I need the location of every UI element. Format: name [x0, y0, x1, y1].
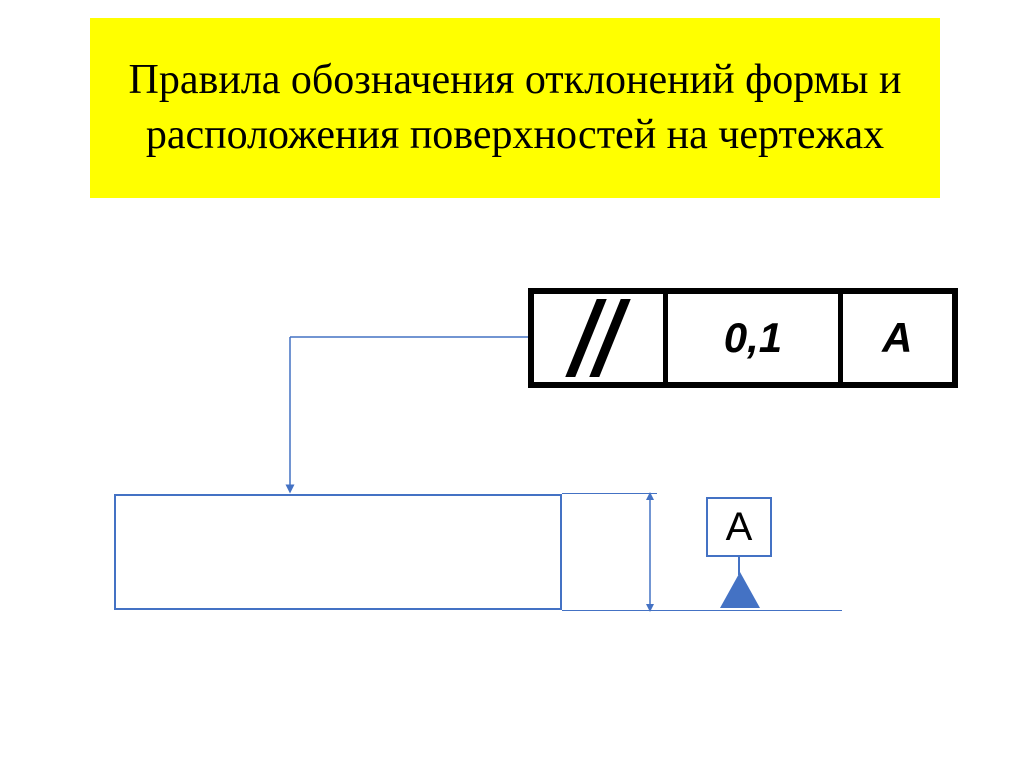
- tolerance-frame: 0,1 А: [528, 288, 958, 388]
- slide-title: Правила обозначения отклонений формы и р…: [90, 18, 940, 198]
- datum-label-box: А: [706, 497, 772, 557]
- tolerance-datum-cell: А: [843, 294, 952, 382]
- extension-line-bottom: [562, 610, 842, 611]
- datum-triangle-icon: [720, 572, 760, 608]
- dimension-line: [640, 486, 680, 620]
- parallelism-icon: [569, 303, 629, 373]
- part-outline: [114, 494, 562, 610]
- leader-line: [240, 333, 550, 513]
- tolerance-symbol-cell: [534, 294, 668, 382]
- tolerance-value-cell: 0,1: [668, 294, 842, 382]
